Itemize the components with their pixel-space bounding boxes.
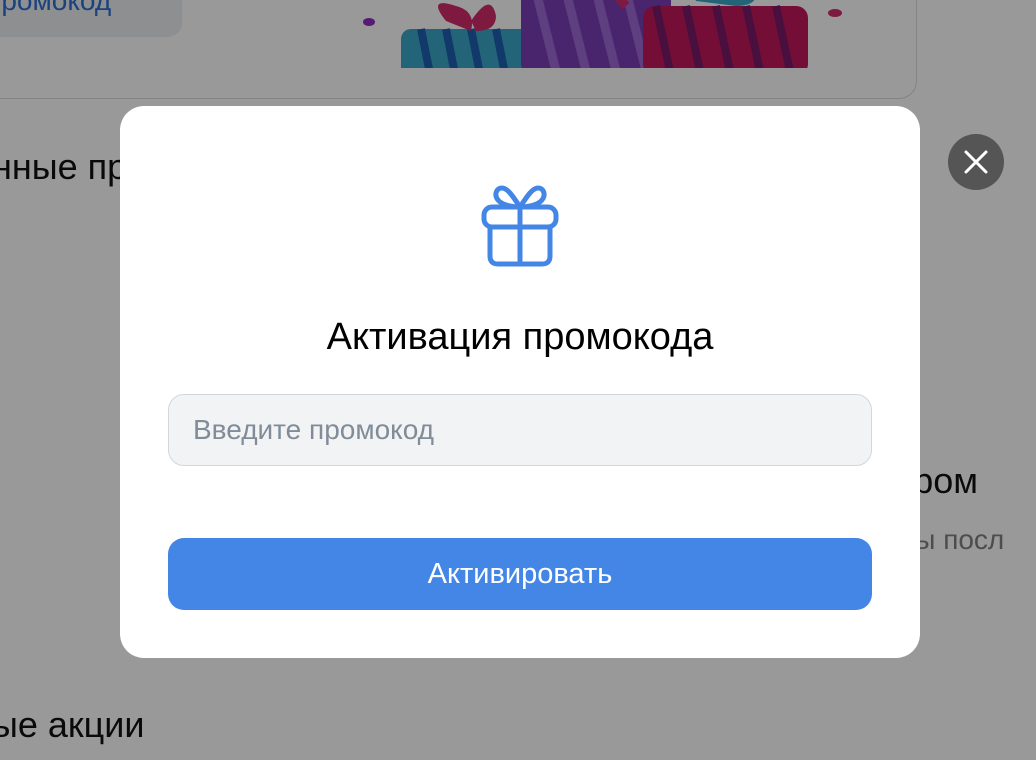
activate-button[interactable]: Активировать — [168, 538, 872, 610]
close-icon — [964, 150, 988, 174]
page: ть промокод нные пр к пром оды посл ые а — [0, 0, 1036, 760]
promo-activation-dialog: Активация промокода Активировать — [120, 106, 920, 658]
dialog-title: Активация промокода — [326, 316, 714, 358]
gift-icon — [481, 185, 559, 267]
close-button[interactable] — [948, 134, 1004, 190]
promo-code-input[interactable] — [168, 394, 872, 466]
